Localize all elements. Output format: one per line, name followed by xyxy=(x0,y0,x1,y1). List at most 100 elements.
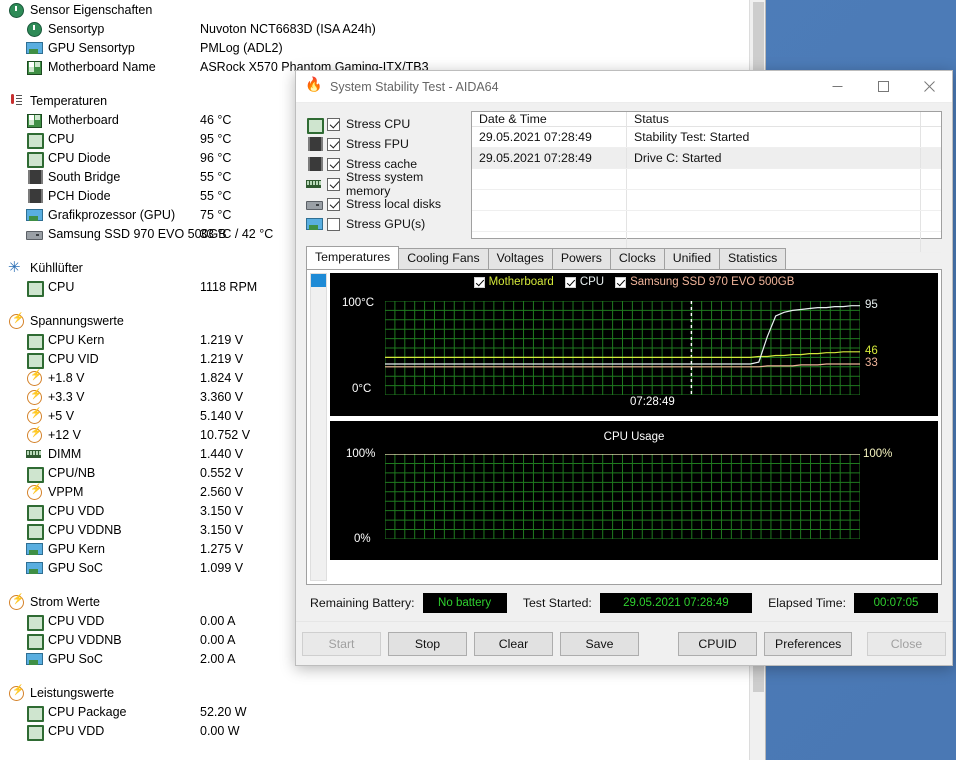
stress-option[interactable]: Stress CPU xyxy=(306,114,469,134)
table-row-empty xyxy=(472,169,941,190)
dimm-icon xyxy=(306,177,322,191)
charts-scrollbar[interactable] xyxy=(310,273,327,581)
sensor-row-value: 0.552 V xyxy=(200,465,244,480)
sensor-row-label: Motherboard xyxy=(48,112,119,127)
sensor-row-value: 1.824 V xyxy=(200,370,244,385)
dialog-title: System Stability Test - AIDA64 xyxy=(330,79,499,94)
status-strip: Remaining Battery: No battery Test Start… xyxy=(306,585,942,621)
temp-axis-top-label: 100°C xyxy=(342,297,375,309)
sensor-row-value: 10.752 V xyxy=(200,427,251,442)
temperatures-chart-legend[interactable]: Motherboard CPU Samsung SSD 970 EVO 500GB xyxy=(330,276,938,288)
clear-button[interactable]: Clear xyxy=(474,631,553,656)
stress-option-checkbox[interactable] xyxy=(327,117,340,131)
sensor-row-label: +5 V xyxy=(48,408,75,423)
chart-tabs[interactable]: Temperatures Cooling Fans Voltages Powers Cl… xyxy=(306,246,942,270)
dialog-titlebar[interactable]: System Stability Test - AIDA64 xyxy=(296,71,952,103)
charts-area: Motherboard CPU Samsung SSD 970 EVO 500GB … xyxy=(306,270,942,585)
sensor-row-value: 0.00 A xyxy=(200,632,236,647)
stress-option-checkbox[interactable] xyxy=(327,217,340,231)
sensor-row[interactable]: GPU Sensortyp PMLog (ADL2) xyxy=(0,38,748,57)
stress-option-checkbox[interactable] xyxy=(327,137,340,151)
sensor-row-label: DIMM xyxy=(48,446,82,461)
sensor-row-value: 95 °C xyxy=(200,131,232,146)
cpu-icon xyxy=(26,466,44,483)
sensor-row-label: CPU Kern xyxy=(48,332,105,347)
charts-column: Motherboard CPU Samsung SSD 970 EVO 500GB … xyxy=(330,273,938,581)
tab-statistics[interactable]: Statistics xyxy=(719,248,787,269)
temperatures-chart: Motherboard CPU Samsung SSD 970 EVO 500GB … xyxy=(330,273,938,416)
stress-option[interactable]: Stress FPU xyxy=(306,134,469,154)
sensor-row-label: PCH Diode xyxy=(48,188,111,203)
sensor-row-label: CPU VDD xyxy=(48,723,105,738)
fpu-icon xyxy=(306,137,323,151)
sensor-row-value: 5.140 V xyxy=(200,408,244,423)
sensor-row-value: 2.00 A xyxy=(200,651,236,666)
voltage-icon xyxy=(26,408,42,424)
stress-option-label: Stress local disks xyxy=(346,197,441,211)
sensor-row[interactable]: CPU Package 52.20 W xyxy=(0,702,748,722)
sensor-row-label: CPU VID xyxy=(48,351,99,366)
table-row[interactable]: 29.05.2021 07:28:49 Drive C: Started xyxy=(472,148,941,169)
series-0 xyxy=(691,351,860,359)
log-table-body: 29.05.2021 07:28:49 Stability Test: Start… xyxy=(472,127,941,253)
tab-cooling-fans[interactable]: Cooling Fans xyxy=(398,248,489,269)
cpu-icon xyxy=(26,132,44,149)
tab-unified[interactable]: Unified xyxy=(663,248,721,269)
legend-item[interactable]: CPU xyxy=(564,276,604,288)
sensor-row-label: CPU VDDNB xyxy=(48,522,122,537)
stress-options-list[interactable]: Stress CPU Stress FPU Stress cache Stress s… xyxy=(306,111,469,239)
stress-option[interactable]: Stress GPU(s) xyxy=(306,214,469,234)
gpu-icon xyxy=(26,542,43,556)
voltage-icon xyxy=(8,313,24,329)
sensor-row[interactable]: CPU VDD 0.00 W xyxy=(0,721,748,741)
legend-checkbox[interactable] xyxy=(615,276,627,288)
aida64-flame-icon xyxy=(305,76,322,95)
legend-checkbox[interactable] xyxy=(473,276,485,288)
stop-button[interactable]: Stop xyxy=(388,631,467,656)
log-cell-extra xyxy=(921,127,941,147)
table-row[interactable]: 29.05.2021 07:28:49 Stability Test: Start… xyxy=(472,127,941,148)
dialog-button-bar[interactable]: Start Stop Clear Save CPUID Preferences Close xyxy=(296,621,952,665)
sensor-row-value: 1.440 V xyxy=(200,446,244,461)
tab-powers[interactable]: Powers xyxy=(551,248,611,269)
cpu-icon xyxy=(306,117,324,134)
sensor-row[interactable]: Sensortyp Nuvoton NCT6683D (ISA A24h) xyxy=(0,19,748,38)
temp-series-label-motherboard: 46 xyxy=(865,344,878,357)
log-col-extra xyxy=(921,112,941,126)
temp-plot-svg xyxy=(385,301,860,395)
sensor-row-value: 3.150 V xyxy=(200,503,244,518)
gpu-icon xyxy=(26,41,43,55)
legend-item[interactable]: Motherboard xyxy=(473,276,554,288)
sensor-row-label: CPU VDD xyxy=(48,503,105,518)
legend-item[interactable]: Samsung SSD 970 EVO 500GB xyxy=(615,276,794,288)
close-icon[interactable] xyxy=(906,71,952,103)
cpuid-button[interactable]: CPUID xyxy=(678,631,757,656)
legend-checkbox[interactable] xyxy=(564,276,576,288)
stress-option-checkbox[interactable] xyxy=(327,157,340,171)
sensor-row-value: 3.360 V xyxy=(200,389,244,404)
cpu-icon xyxy=(26,151,44,168)
stability-log-table[interactable]: Date & Time Status 29.05.2021 07:28:49 St… xyxy=(471,111,942,253)
minimize-icon[interactable] xyxy=(814,71,860,103)
stress-option-checkbox[interactable] xyxy=(327,177,340,191)
voltage-icon xyxy=(26,370,42,386)
chip-icon xyxy=(26,188,43,203)
stress-option[interactable]: Stress system memory xyxy=(306,170,469,198)
save-button[interactable]: Save xyxy=(560,631,639,656)
cpu-icon xyxy=(26,724,44,741)
tab-voltages[interactable]: Voltages xyxy=(487,248,553,269)
hdd-icon xyxy=(26,227,43,241)
stress-option-checkbox[interactable] xyxy=(327,197,340,211)
temperatures-plot xyxy=(385,301,860,395)
charts-scrollbar-thumb[interactable] xyxy=(311,274,326,287)
log-cell-datetime xyxy=(472,190,627,210)
sensor-group-power-values: Leistungswerte xyxy=(0,683,748,702)
sensor-row-label: CPU xyxy=(48,131,75,146)
preferences-button[interactable]: Preferences xyxy=(764,631,853,656)
tab-clocks[interactable]: Clocks xyxy=(609,248,665,269)
log-cell-datetime xyxy=(472,211,627,231)
tab-temperatures[interactable]: Temperatures xyxy=(306,246,400,269)
cpu-icon xyxy=(26,614,44,631)
legend-label: Samsung SSD 970 EVO 500GB xyxy=(630,276,795,288)
maximize-icon[interactable] xyxy=(860,71,906,103)
